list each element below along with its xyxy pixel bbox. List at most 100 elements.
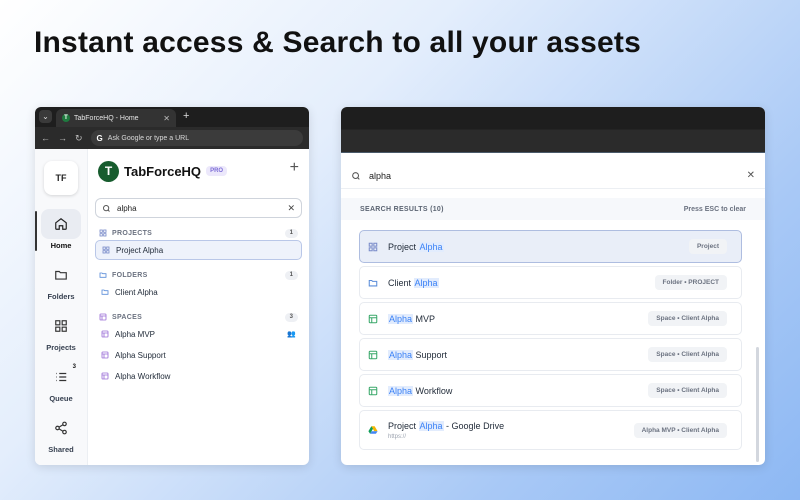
list-item-label: Project Alpha <box>116 245 164 255</box>
result-title: Alpha MVP <box>388 313 436 324</box>
sidebar-item-label: Folders <box>47 292 75 301</box>
folder-icon <box>41 260 81 290</box>
result-item-alpha-support[interactable]: Alpha Support Space • Client Alpha <box>359 338 742 371</box>
results-search-input[interactable]: alpha ✕ <box>341 163 765 189</box>
space-icon <box>368 350 378 359</box>
list-item-project-alpha[interactable]: Project Alpha <box>95 240 302 260</box>
result-item-client-alpha[interactable]: Client Alpha Folder • PROJECT <box>359 266 742 299</box>
list-item-label: Alpha Workflow <box>115 371 171 381</box>
sidebar-item-queue[interactable]: 3 Queue <box>35 362 87 403</box>
result-item-alpha-workflow[interactable]: Alpha Workflow Space • Client Alpha <box>359 374 742 407</box>
add-button[interactable]: + <box>290 159 299 177</box>
forward-icon[interactable]: → <box>58 133 67 143</box>
reload-icon[interactable]: ↻ <box>75 133 83 144</box>
clear-icon[interactable]: ✕ <box>747 170 755 181</box>
browser-chrome-dark <box>341 107 765 153</box>
space-icon <box>101 372 109 380</box>
result-type-badge: Alpha MVP • Client Alpha <box>633 422 727 438</box>
result-title: Alpha Support <box>388 349 448 360</box>
section-title: SPACES <box>112 313 143 321</box>
members-icon: 👥 <box>287 331 296 338</box>
list-item-label: Alpha MVP <box>115 329 156 339</box>
back-icon[interactable]: ← <box>41 133 50 143</box>
close-icon[interactable]: ✕ <box>163 114 170 123</box>
grid-icon <box>368 242 378 251</box>
section-title: PROJECTS <box>112 229 153 237</box>
google-icon: G <box>96 133 103 143</box>
sidebar-item-shared[interactable]: Shared <box>35 413 87 454</box>
sidebar-item-label: Home <box>50 241 72 250</box>
section-spaces-header[interactable]: SPACES 3 <box>95 311 302 323</box>
list-item-alpha-support[interactable]: Alpha Support <box>95 345 302 365</box>
list-item-alpha-workflow[interactable]: Alpha Workflow <box>95 366 302 386</box>
share-icon <box>41 413 81 443</box>
grid-icon <box>41 311 81 341</box>
new-tab-button[interactable]: + <box>183 110 189 122</box>
result-url: https:// <box>388 433 407 440</box>
headline: Instant access & Search to all your asse… <box>34 26 642 59</box>
main-panel: T TabForceHQ PRO + alpha ✕ PROJECTS 1 Pr… <box>88 149 309 465</box>
result-type-badge: Space • Client Alpha <box>648 311 727 326</box>
section-count: 1 <box>285 228 298 238</box>
sidebar-item-folders[interactable]: Folders <box>35 260 87 301</box>
sidebar-item-projects[interactable]: Projects <box>35 311 87 352</box>
search-icon <box>103 204 110 212</box>
search-results-window: alpha ✕ SEARCH RESULTS (10) Press ESC to… <box>341 107 765 465</box>
list-item-label: Alpha Support <box>115 350 166 360</box>
section-title: FOLDERS <box>112 271 148 279</box>
folder-icon <box>368 279 378 286</box>
search-input[interactable]: alpha ✕ <box>95 198 302 218</box>
address-input[interactable]: G Ask Google or type a URL <box>90 130 303 146</box>
results-count-label: SEARCH RESULTS (10) <box>360 205 444 213</box>
result-item-alpha-mvp[interactable]: Alpha MVP Space • Client Alpha <box>359 302 742 335</box>
queue-count-badge: 3 <box>72 364 76 370</box>
space-icon <box>368 314 378 323</box>
sidebar-item-label: Queue <box>49 394 73 403</box>
grid-icon <box>102 246 110 254</box>
address-placeholder: Ask Google or type a URL <box>107 134 190 142</box>
brand-logo-icon: T <box>98 160 119 182</box>
result-title: Client Alpha <box>388 277 439 288</box>
list-item-alpha-mvp[interactable]: Alpha MVP 👥 <box>95 324 302 344</box>
folder-icon <box>101 289 109 295</box>
grid-icon <box>99 229 107 237</box>
list-item-client-alpha[interactable]: Client Alpha <box>95 282 302 302</box>
clear-icon[interactable]: ✕ <box>287 203 295 214</box>
browser-tab[interactable]: T TabForceHQ - Home ✕ <box>56 109 176 127</box>
plan-badge: PRO <box>206 166 228 176</box>
tab-title: TabForceHQ - Home <box>74 114 139 122</box>
result-title: Alpha Workflow <box>388 385 453 396</box>
home-icon <box>41 209 81 239</box>
extension-panel: TF Home Folders Projects 3 Queue Shared … <box>35 149 309 465</box>
address-bar-row: ← → ↻ G Ask Google or type a URL <box>35 127 309 149</box>
section-count: 3 <box>285 312 298 322</box>
scrollbar[interactable] <box>756 347 759 462</box>
search-value: alpha <box>117 203 137 213</box>
avatar[interactable]: TF <box>44 161 78 195</box>
results-list: Project Alpha Project Client Alpha Folde… <box>341 220 765 450</box>
sidebar-item-home[interactable]: Home <box>35 209 87 251</box>
side-rail: TF Home Folders Projects 3 Queue Shared <box>35 149 88 465</box>
list-item-label: Client Alpha <box>115 287 158 297</box>
result-type-badge: Space • Client Alpha <box>648 347 727 362</box>
space-icon <box>101 351 109 359</box>
results-header: SEARCH RESULTS (10) Press ESC to clear <box>341 198 765 220</box>
tab-search-button[interactable]: ⌄ <box>39 110 52 123</box>
section-count: 1 <box>285 270 298 280</box>
result-item-project-alpha[interactable]: Project Alpha Project <box>359 230 742 263</box>
brand-header: T TabForceHQ PRO <box>98 159 302 183</box>
section-projects-header[interactable]: PROJECTS 1 <box>95 227 302 239</box>
result-item-google-drive[interactable]: Project Alpha - Google Drive https:// Alp… <box>359 410 742 450</box>
space-icon <box>101 330 109 338</box>
result-title: Project Alpha - Google Drive https:// <box>388 420 505 440</box>
section-folders-header[interactable]: FOLDERS 1 <box>95 269 302 281</box>
sidebar-item-label: Shared <box>48 445 74 454</box>
result-type-badge: Space • Client Alpha <box>648 383 727 398</box>
tab-bar: ⌄ T TabForceHQ - Home ✕ + <box>35 107 309 127</box>
result-type-badge: Folder • PROJECT <box>654 275 727 290</box>
browser-window: ⌄ T TabForceHQ - Home ✕ + ← → ↻ G Ask Go… <box>35 107 309 465</box>
favicon-icon: T <box>62 114 70 122</box>
brand-name: TabForceHQ <box>124 163 202 179</box>
folder-icon <box>99 272 107 278</box>
space-icon <box>368 386 378 395</box>
